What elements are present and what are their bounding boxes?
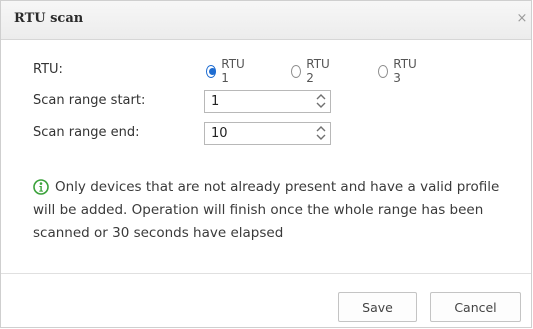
scan-range-start-input[interactable] bbox=[205, 91, 305, 112]
radio-rtu-2-label: RTU 2 bbox=[306, 57, 330, 85]
spinner-buttons bbox=[312, 91, 330, 112]
cancel-button[interactable]: Cancel bbox=[430, 292, 521, 322]
info-line-3: scanned or 30 seconds have elapsed bbox=[33, 225, 284, 241]
save-button[interactable]: Save bbox=[338, 292, 417, 322]
radio-checked-icon bbox=[206, 64, 217, 78]
info-line-2: will be added. Operation will finish onc… bbox=[33, 202, 484, 218]
radio-rtu-1[interactable]: RTU 1 bbox=[206, 57, 248, 85]
scan-range-start-spinner bbox=[204, 90, 331, 113]
radio-rtu-1-label: RTU 1 bbox=[221, 57, 245, 85]
spin-down-icon[interactable] bbox=[314, 134, 328, 143]
footer-divider bbox=[1, 273, 531, 274]
radio-unchecked-icon bbox=[378, 64, 389, 78]
radio-unchecked-icon bbox=[291, 64, 302, 78]
scan-range-start-label: Scan range start: bbox=[33, 93, 146, 108]
spin-up-icon[interactable] bbox=[314, 93, 328, 102]
spin-up-icon[interactable] bbox=[314, 125, 328, 134]
info-line-1: Only devices that are not already presen… bbox=[55, 179, 500, 195]
radio-rtu-2[interactable]: RTU 2 bbox=[291, 57, 333, 85]
dialog-title: RTU scan bbox=[14, 11, 84, 26]
spin-down-icon[interactable] bbox=[314, 102, 328, 111]
scan-range-end-input[interactable] bbox=[205, 123, 305, 144]
rtu-label: RTU: bbox=[33, 62, 63, 77]
dialog-titlebar: RTU scan × bbox=[1, 1, 531, 40]
radio-rtu-3-label: RTU 3 bbox=[393, 57, 417, 85]
info-message: Only devices that are not already presen… bbox=[33, 176, 523, 245]
rtu-scan-dialog: RTU scan × RTU: RTU 1 RTU 2 RTU 3 Scan r… bbox=[0, 0, 532, 328]
spinner-buttons bbox=[312, 123, 330, 144]
radio-rtu-3[interactable]: RTU 3 bbox=[378, 57, 420, 85]
close-icon[interactable]: × bbox=[515, 10, 529, 28]
scan-range-end-label: Scan range end: bbox=[33, 125, 140, 140]
scan-range-end-spinner bbox=[204, 122, 331, 145]
info-icon bbox=[33, 179, 49, 195]
